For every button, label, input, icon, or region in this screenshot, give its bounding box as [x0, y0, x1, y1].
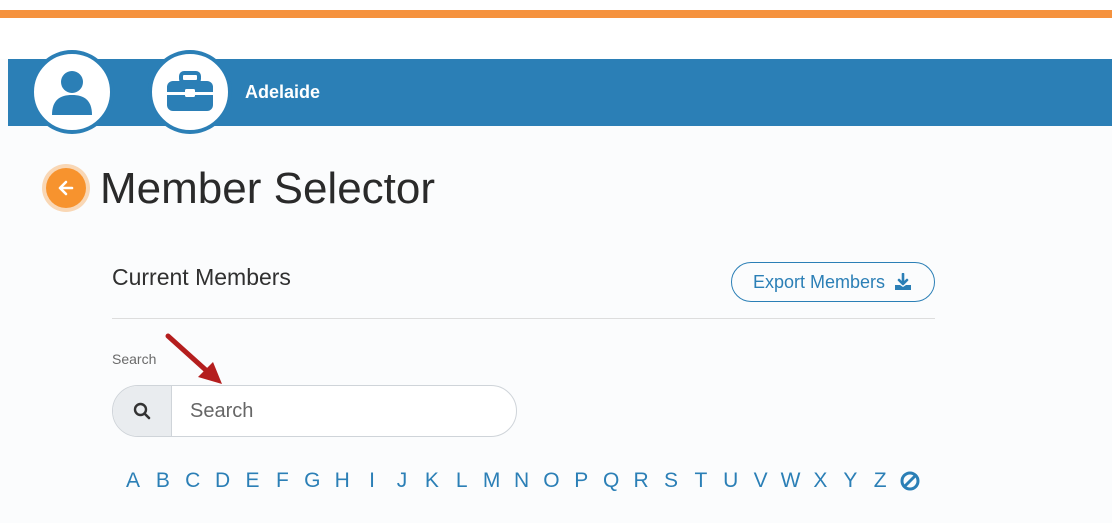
search-input[interactable] — [172, 386, 516, 436]
clear-filter-button[interactable] — [895, 470, 924, 492]
letter-filter-t[interactable]: T — [686, 469, 716, 493]
letter-filter-g[interactable]: G — [297, 469, 327, 493]
letter-filter-b[interactable]: B — [148, 469, 178, 493]
letter-filter-h[interactable]: H — [327, 469, 357, 493]
letter-filter-x[interactable]: X — [805, 469, 835, 493]
accent-line — [0, 10, 1112, 18]
organisation-button[interactable] — [148, 50, 232, 134]
letter-filter-i[interactable]: I — [357, 469, 387, 493]
letter-filter-r[interactable]: R — [626, 469, 656, 493]
annotation-arrow — [165, 333, 222, 384]
header-spacer — [0, 18, 1112, 59]
letter-filter-l[interactable]: L — [447, 469, 477, 493]
letter-filter-n[interactable]: N — [507, 469, 537, 493]
letter-filter-d[interactable]: D — [208, 469, 238, 493]
letter-filter-k[interactable]: K — [417, 469, 447, 493]
user-avatar-button[interactable] — [30, 50, 114, 134]
letter-filter-w[interactable]: W — [776, 469, 806, 493]
section-divider — [112, 318, 935, 319]
section-title: Current Members — [112, 264, 291, 290]
user-icon — [52, 71, 92, 115]
letter-filter-e[interactable]: E — [238, 469, 268, 493]
organisation-name: Adelaide — [245, 82, 321, 102]
briefcase-icon — [167, 71, 213, 111]
letter-filter-u[interactable]: U — [716, 469, 746, 493]
arrow-left-icon — [58, 180, 74, 196]
download-icon — [895, 273, 912, 290]
letter-filter-j[interactable]: J — [387, 469, 417, 493]
back-button[interactable] — [46, 168, 86, 208]
letter-filter-m[interactable]: M — [477, 469, 507, 493]
export-button-label: Export Members — [752, 271, 886, 292]
letter-filter-p[interactable]: P — [566, 469, 596, 493]
letter-filter-o[interactable]: O — [536, 469, 566, 493]
letter-filter-v[interactable]: V — [746, 469, 776, 493]
search-addon[interactable] — [113, 386, 172, 436]
alphabet-filter: A B C D E F G H I J K L M N O P Q R S T … — [118, 469, 924, 493]
top-strip — [0, 0, 1112, 10]
letter-filter-c[interactable]: C — [178, 469, 208, 493]
search-icon — [133, 402, 151, 420]
clear-filter-icon — [900, 471, 920, 491]
letter-filter-s[interactable]: S — [656, 469, 686, 493]
export-members-button[interactable]: Export Members — [731, 262, 935, 302]
letter-filter-y[interactable]: Y — [835, 469, 865, 493]
letter-filter-f[interactable]: F — [267, 469, 297, 493]
page-title: Member Selector — [100, 164, 436, 213]
search-field — [112, 385, 517, 437]
letter-filter-a[interactable]: A — [118, 469, 148, 493]
letter-filter-q[interactable]: Q — [596, 469, 626, 493]
search-label: Search — [112, 351, 157, 367]
letter-filter-z[interactable]: Z — [865, 469, 895, 493]
